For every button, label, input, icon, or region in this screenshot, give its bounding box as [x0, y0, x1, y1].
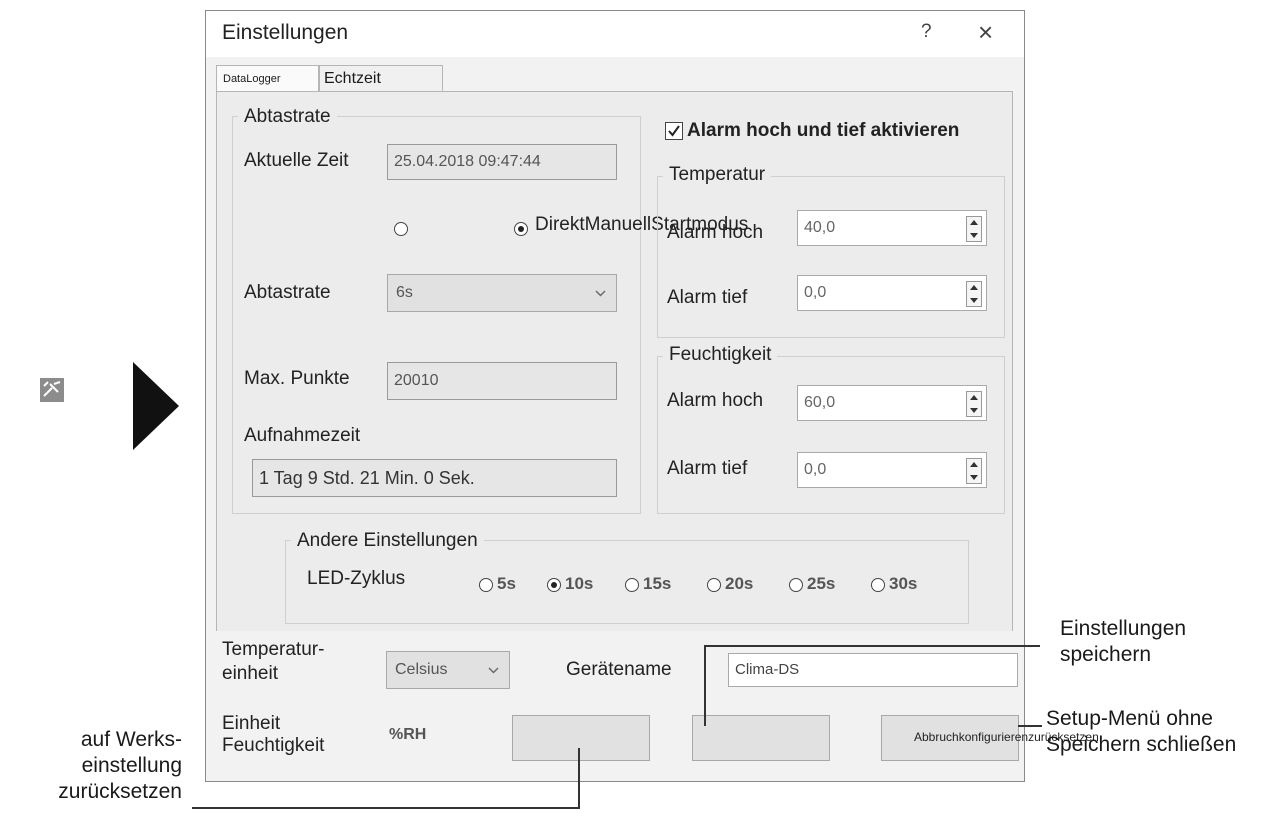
- feuchtigkeit-group: [657, 356, 1005, 514]
- chevron-down-icon: [595, 290, 606, 297]
- alarm-checkbox-label: Alarm hoch und tief aktivieren: [687, 120, 960, 141]
- max-punkte-label: Max. Punkte: [244, 368, 350, 389]
- aktuelle-zeit-field: 25.04.2018 09:47:44: [387, 144, 617, 180]
- spinner-icon[interactable]: [966, 391, 982, 417]
- feucht-alarm-tief-label: Alarm tief: [667, 458, 748, 479]
- andere-einstellungen-title: Andere Einstellungen: [291, 530, 484, 552]
- annotation-reset-line1: auf Werks-: [80, 728, 182, 751]
- tab-echtzeit[interactable]: Echtzeit: [319, 65, 443, 91]
- abtastrate-select-value: 6s: [396, 284, 413, 301]
- abtastrate-select[interactable]: 6s: [387, 274, 617, 312]
- led-radio-15s-label: 15s: [643, 574, 672, 593]
- callout-save-line-h: [704, 645, 1040, 647]
- check-icon: [668, 125, 680, 137]
- led-radio-10s[interactable]: [547, 578, 561, 592]
- dialog-title: Einstellungen: [222, 21, 349, 44]
- temp-alarm-tief-label: Alarm tief: [667, 287, 748, 308]
- annotation-cancel-line2: Speichern schließen: [1046, 733, 1237, 756]
- tab-panel: Abtastrate Aktuelle Zeit 25.04.2018 09:4…: [216, 91, 1013, 633]
- temp-unit-label-2: einheit: [222, 663, 278, 684]
- spinner-icon[interactable]: [966, 458, 982, 484]
- bottom-area: Temperatur- einheit Celsius Gerätename C…: [206, 631, 1099, 781]
- annotation-cancel-line1: Setup-Menü ohne: [1046, 707, 1213, 730]
- temperatur-group: [657, 176, 1005, 338]
- feucht-unit-value: %RH: [389, 726, 427, 743]
- led-radio-25s[interactable]: [789, 578, 803, 592]
- led-radio-30s-label: 30s: [889, 574, 918, 593]
- temp-unit-label-1: Temperatur-: [222, 639, 325, 660]
- feucht-alarm-hoch-input[interactable]: 60,0: [797, 385, 987, 421]
- feucht-alarm-hoch-label: Alarm hoch: [667, 390, 764, 411]
- temperatur-group-title: Temperatur: [663, 164, 772, 186]
- led-radio-20s-label: 20s: [725, 574, 754, 593]
- led-radio-25s-label: 25s: [807, 574, 836, 593]
- abtastrate-label: Abtastrate: [244, 282, 331, 303]
- annotation-reset: auf Werks- einstellung zurücksetzen: [0, 727, 182, 805]
- feucht-unit-label-2: Feuchtigkeit: [222, 735, 325, 756]
- help-button[interactable]: ?: [921, 21, 932, 43]
- settings-dialog: Einstellungen ? × DataLogger Echtzeit Ab…: [205, 10, 1099, 782]
- annotation-reset-line2: einstellung: [81, 754, 182, 777]
- temp-alarm-tief-value: 0,0: [804, 284, 827, 301]
- led-radio-20s[interactable]: [707, 578, 721, 592]
- spinner-icon[interactable]: [966, 216, 982, 242]
- feucht-alarm-tief-value: 0,0: [804, 461, 827, 478]
- temp-alarm-hoch-input[interactable]: 40,0: [797, 210, 987, 246]
- geraetename-input[interactable]: Clima-DS: [728, 653, 1018, 687]
- temp-unit-value: Celsius: [395, 661, 448, 678]
- chevron-down-icon: [488, 667, 499, 674]
- alarm-checkbox[interactable]: [665, 122, 683, 140]
- annotation-save-line1: Einstellungen: [1060, 617, 1187, 640]
- led-zyklus-label: LED-Zyklus: [307, 568, 406, 589]
- led-radio-5s-label: 5s: [497, 574, 516, 593]
- aktuelle-zeit-label: Aktuelle Zeit: [244, 150, 349, 171]
- temp-alarm-tief-input[interactable]: 0,0: [797, 275, 987, 311]
- callout-save-line-v: [704, 646, 706, 726]
- led-radio-30s[interactable]: [871, 578, 885, 592]
- mode-radio-2[interactable]: [514, 222, 528, 236]
- callout-reset-line-h: [192, 807, 580, 809]
- annotation-cancel: Setup-Menü ohne Speichern schließen: [1046, 706, 1236, 758]
- annotation-save-line2: speichern: [1060, 643, 1152, 666]
- feucht-alarm-hoch-value: 60,0: [804, 394, 836, 411]
- close-button[interactable]: ×: [978, 17, 993, 48]
- tab-datalogger[interactable]: DataLogger: [216, 65, 319, 91]
- annotation-save: Einstellungen speichern: [1060, 616, 1186, 668]
- aufnahmezeit-label: Aufnahmezeit: [244, 425, 361, 446]
- led-radio-5s[interactable]: [479, 578, 493, 592]
- spinner-icon[interactable]: [966, 281, 982, 307]
- callout-reset-line-v: [578, 748, 580, 808]
- feucht-unit-label-1: Einheit: [222, 713, 281, 734]
- mode-radio-1[interactable]: [394, 222, 408, 236]
- led-radio-10s-label: 10s: [565, 574, 594, 593]
- temp-alarm-hoch-label: Alarm hoch: [667, 222, 764, 243]
- abtastrate-group-title: Abtastrate: [238, 106, 337, 128]
- callout-cancel-line: [1018, 725, 1042, 727]
- max-punkte-field: 20010: [387, 362, 617, 400]
- geraetename-label: Gerätename: [566, 659, 672, 680]
- reset-button[interactable]: [512, 715, 650, 761]
- tools-icon: [40, 378, 64, 402]
- feucht-alarm-tief-input[interactable]: 0,0: [797, 452, 987, 488]
- title-bar: Einstellungen ? ×: [206, 11, 1024, 57]
- led-radio-15s[interactable]: [625, 578, 639, 592]
- temp-alarm-hoch-value: 40,0: [804, 219, 836, 236]
- play-arrow-icon: [133, 362, 179, 450]
- save-button[interactable]: [692, 715, 830, 761]
- temp-unit-select[interactable]: Celsius: [386, 651, 510, 689]
- feuchtigkeit-group-title: Feuchtigkeit: [663, 344, 778, 366]
- annotation-reset-line3: zurücksetzen: [58, 780, 182, 803]
- aufnahmezeit-field: 1 Tag 9 Std. 21 Min. 0 Sek.: [252, 459, 617, 497]
